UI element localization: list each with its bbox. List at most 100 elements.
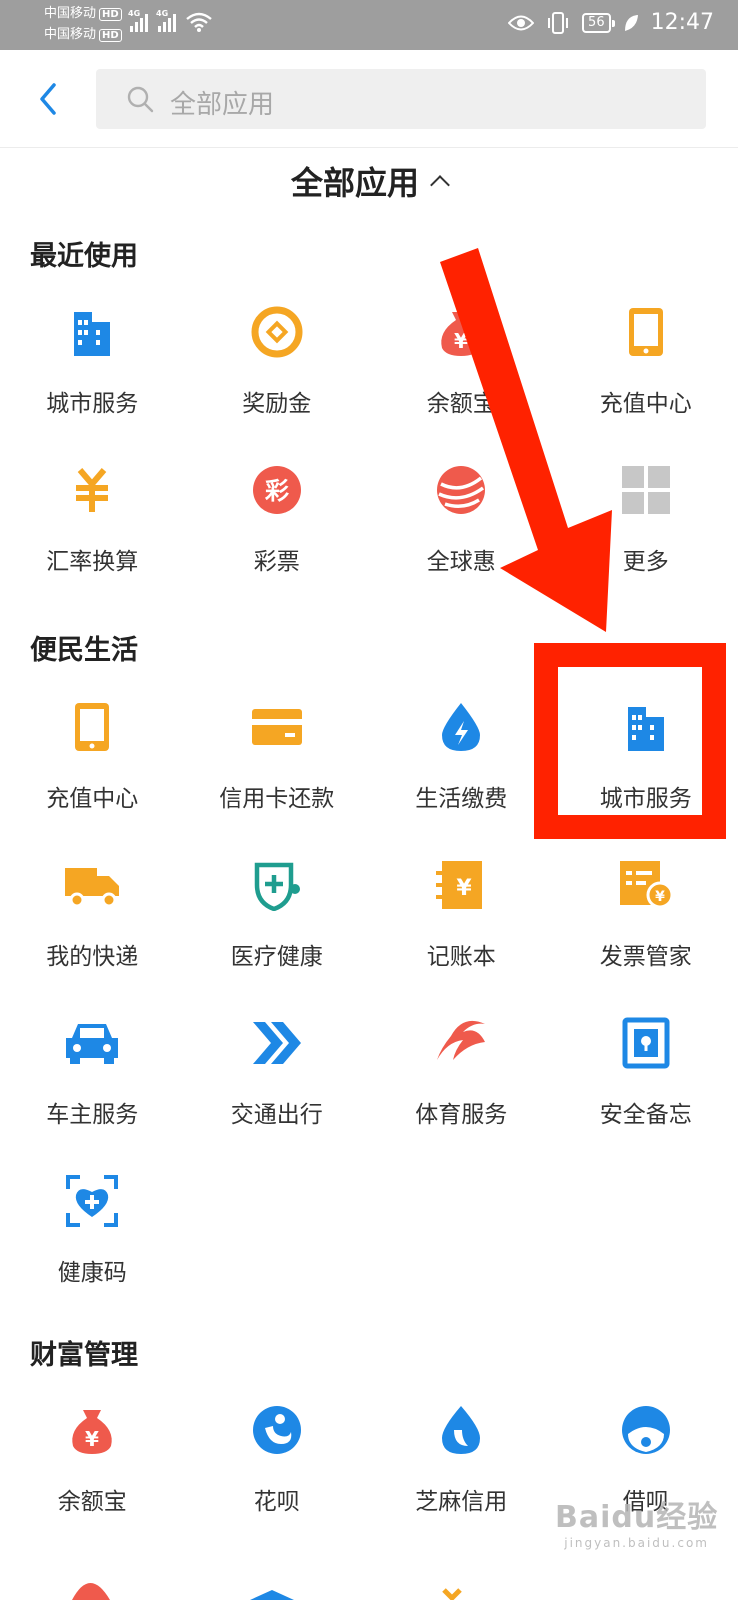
app-tile-label: 车主服务 [46,1102,139,1128]
app-tile[interactable]: ¥ 记账本 [369,855,554,1013]
app-tile-label: 全球惠 [426,549,496,575]
search-header: 全部应用 [0,50,738,148]
utility-bill-icon [431,697,491,757]
exchange-rate-icon [62,460,122,520]
app-tile-label: 生活缴费 [415,786,508,812]
transport-arrows-icon [247,1013,307,1073]
app-tile-label: 体育服务 [415,1102,508,1128]
search-icon [127,86,154,113]
credit-card-icon [247,697,307,757]
app-tile-label: 奖励金 [242,391,312,417]
app-tile-label: 余额宝 [57,1489,127,1515]
svg-text:¥: ¥ [655,889,665,905]
car-icon [62,1013,122,1073]
section-title-wealth: 财富管理 [30,1340,138,1371]
app-tile[interactable]: 充值中心 [554,302,738,460]
partial-app-icon [422,1556,482,1600]
app-tile[interactable]: ¥ 余额宝 [0,1400,185,1558]
app-tile-label: 安全备忘 [599,1102,692,1128]
app-tile[interactable]: 安全备忘 [554,1013,738,1171]
app-tile-label: 信用卡还款 [219,786,335,812]
svg-text:¥: ¥ [85,1427,99,1451]
app-tile[interactable]: 健康码 [0,1171,185,1329]
svg-text:¥: ¥ [457,876,473,901]
app-tile[interactable]: ¥ 发票管家 [554,855,738,1013]
app-tile[interactable]: 我的快递 [0,855,185,1013]
app-tile-label: 更多 [622,549,669,575]
signal-icon: 4G [156,9,176,32]
app-tile[interactable]: ¥ 余额宝 [369,302,554,460]
svg-text:彩: 彩 [264,477,289,505]
money-bag-icon: ¥ [431,302,491,362]
signal-icon: 4G [128,9,148,32]
app-tile-label: 充值中心 [599,391,692,417]
phone-recharge-icon [616,302,676,362]
back-button[interactable] [30,76,70,122]
app-tile-label: 汇率换算 [46,549,139,575]
app-tile-label: 发票管家 [599,944,692,970]
jiebei-icon [616,1400,676,1460]
city-building-icon [62,302,122,362]
app-tile[interactable]: 体育服务 [369,1013,554,1171]
life-apps-grid: 充值中心 信用卡还款 生活缴费 城市服务我的快递 医疗健康 ¥ 记账本 ¥ 发票管家车主服务 交通… [0,697,738,1329]
huabei-icon [247,1400,307,1460]
status-bar: 中国移动 HD 中国移动 HD 4G 4G 56 12:47 [0,0,738,50]
app-tile[interactable]: 城市服务 [0,302,185,460]
recent-apps-grid: 城市服务 奖励金 ¥ 余额宝 充值中心 汇率换算彩彩票 全球惠 更多 [0,302,738,618]
app-tile[interactable]: 汇率换算 [0,460,185,618]
money-bag-icon: ¥ [62,1400,122,1460]
search-input[interactable]: 全部应用 [96,69,706,129]
app-tile[interactable]: 医疗健康 [185,855,370,1013]
battery-indicator: 56 [582,12,615,33]
page-title[interactable]: 全部应用 [0,158,738,204]
app-tile[interactable]: 全球惠 [369,460,554,618]
medical-health-icon [247,855,307,915]
app-tile[interactable]: 芝麻信用 [369,1400,554,1558]
carrier-2: 中国移动 HD [44,28,122,42]
ledger-icon: ¥ [431,855,491,915]
chevron-up-icon [430,175,450,195]
app-tile[interactable]: 车主服务 [0,1013,185,1171]
app-tile-label: 充值中心 [46,786,139,812]
lottery-icon: 彩 [247,460,307,520]
safe-icon [616,1013,676,1073]
more-grid-icon [616,460,676,520]
app-tile-label: 医疗健康 [230,944,323,970]
search-placeholder: 全部应用 [170,90,275,120]
clock: 12:47 [650,10,714,35]
eye-icon [508,15,535,30]
phone-recharge-icon [62,697,122,757]
app-tile-label: 城市服务 [46,391,139,417]
reward-coin-icon [247,302,307,362]
app-tile-label: 我的快递 [46,944,139,970]
app-tile[interactable]: 花呗 [185,1400,370,1558]
chevron-left-icon [40,83,56,115]
app-tile[interactable]: 彩彩票 [185,460,370,618]
sports-icon [431,1013,491,1073]
section-title-life: 便民生活 [30,635,138,666]
app-tile-label: 记账本 [426,944,496,970]
health-code-icon [62,1171,122,1231]
app-tile-label: 彩票 [253,549,300,575]
app-tile-label: 城市服务 [599,786,692,812]
partial-app-icon [60,1556,120,1600]
app-tile[interactable]: 更多 [554,460,738,618]
carrier-1: 中国移动 HD [44,7,122,21]
app-tile[interactable]: 城市服务 [554,697,738,855]
app-tile-label: 健康码 [57,1260,127,1286]
delivery-truck-icon [62,855,122,915]
sesame-credit-icon [431,1400,491,1460]
app-tile-label: 余额宝 [426,391,496,417]
app-tile[interactable]: 充值中心 [0,697,185,855]
app-tile-label: 花呗 [253,1489,300,1515]
partial-app-icon [242,1556,302,1600]
leaf-icon [624,14,638,31]
app-tile-label: 交通出行 [230,1102,323,1128]
svg-text:¥: ¥ [454,329,468,353]
wifi-icon [186,12,212,32]
app-tile[interactable]: 交通出行 [185,1013,370,1171]
app-tile[interactable]: 信用卡还款 [185,697,370,855]
globe-deal-icon [431,460,491,520]
app-tile[interactable]: 生活缴费 [369,697,554,855]
app-tile[interactable]: 奖励金 [185,302,370,460]
